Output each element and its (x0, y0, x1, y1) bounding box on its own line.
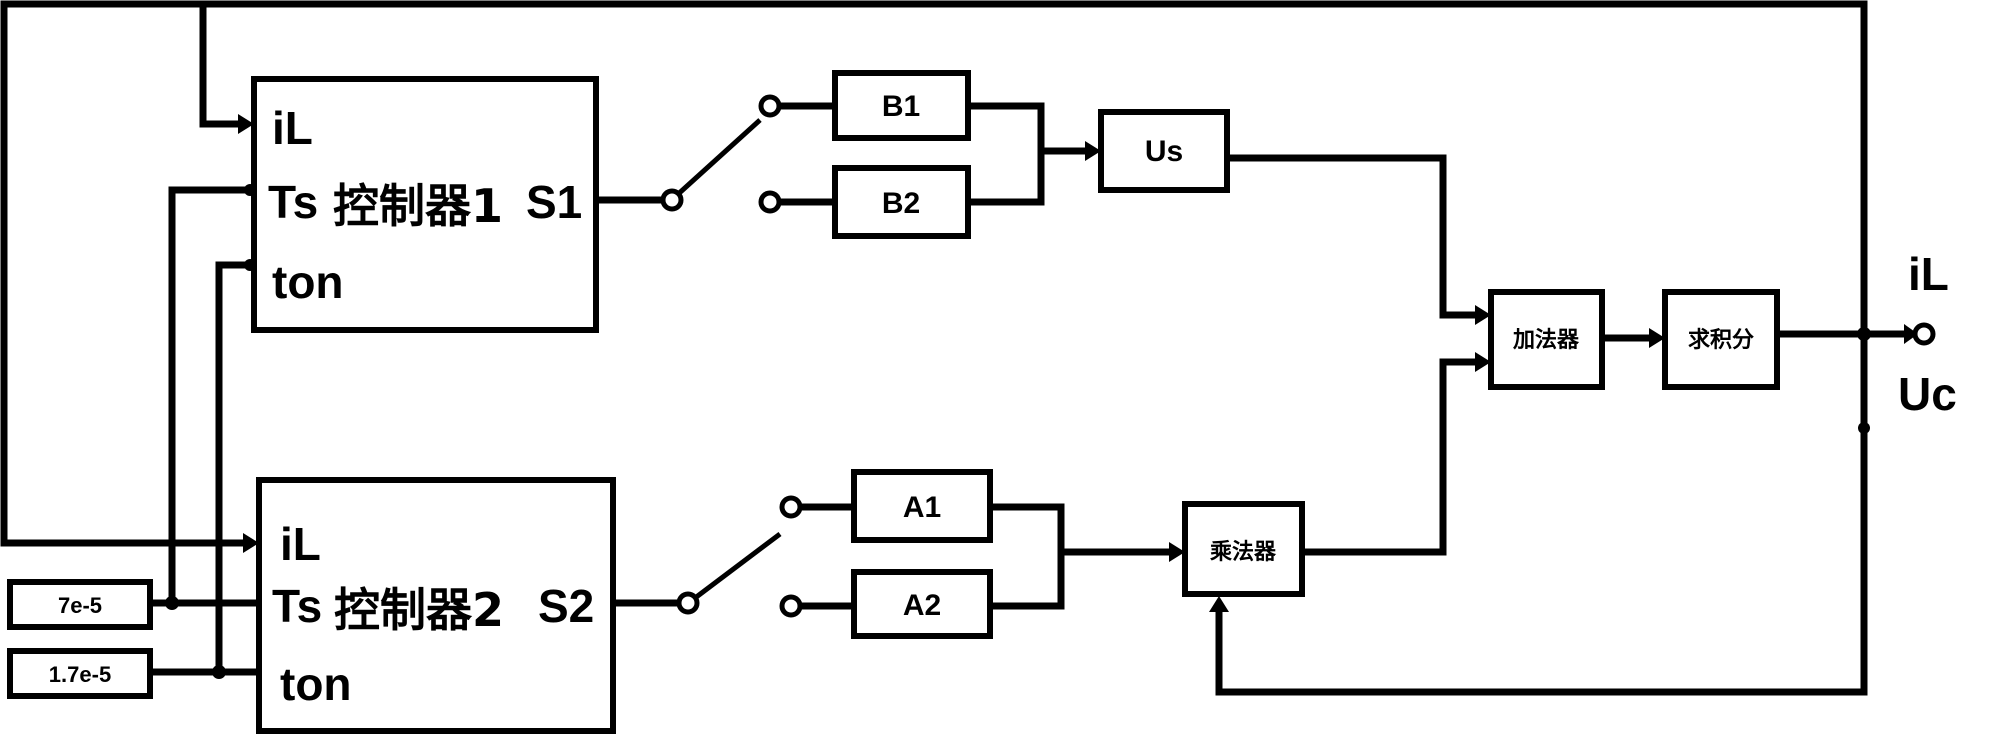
switch1-terminal-b1 (758, 94, 782, 118)
switch1-blade (674, 118, 762, 198)
junction-ton (212, 665, 226, 679)
b2-block[interactable]: B2 (832, 165, 971, 239)
controller1-block[interactable]: iL Ts 控制器1 S1 ton (251, 76, 599, 333)
output-label-uc: Uc (1898, 368, 1957, 420)
wire-b-merge (964, 102, 1045, 206)
a2-block[interactable]: A2 (851, 569, 993, 639)
controller1-input-ts: Ts (268, 176, 318, 228)
output-label-il: iL (1908, 248, 1949, 300)
controller1-input-il: iL (272, 102, 313, 154)
ts-constant-block[interactable]: 7e-5 (7, 579, 153, 630)
b1-block[interactable]: B1 (832, 70, 971, 141)
output-terminal (1912, 322, 1936, 346)
b2-label: B2 (882, 187, 920, 220)
adder-block[interactable]: 加法器 (1488, 289, 1605, 390)
controller2-block[interactable]: iL Ts 控制器2 S2 ton (256, 477, 616, 734)
integrator-block[interactable]: 求积分 (1662, 289, 1780, 390)
switch2-common-terminal (676, 591, 700, 615)
wire-mult-adder (1298, 358, 1482, 556)
us-label: Us (1145, 135, 1183, 168)
adder-label: 加法器 (1512, 328, 1580, 353)
controller2-input-ton: ton (280, 658, 352, 710)
wire-il-controller1 (199, 0, 244, 128)
switch1-terminal-b2 (758, 190, 782, 214)
controller2-input-ts: Ts (272, 580, 322, 632)
switch1-common-terminal (660, 188, 684, 212)
integrator-label: 求积分 (1688, 328, 1754, 353)
ton-constant-block[interactable]: 1.7e-5 (7, 648, 153, 699)
ton-constant-value: 1.7e-5 (49, 662, 111, 687)
a1-label: A1 (903, 491, 941, 524)
controller2-output-s2: S2 (538, 580, 594, 632)
switch2-terminal-a1 (779, 495, 803, 519)
controller1-name: 控制器1 (333, 179, 503, 233)
ts-constant-value: 7e-5 (58, 593, 102, 618)
wire-us-adder (1223, 154, 1482, 319)
controller1-input-ton: ton (272, 256, 344, 308)
controller2-input-il: iL (280, 518, 321, 570)
circuit-diagram: iL Ts 控制器1 S1 ton iL Ts 控制器2 S2 ton 7e-5… (0, 0, 1957, 734)
arrowhead-mult-feedback (1209, 596, 1229, 612)
switch2-blade (693, 532, 782, 600)
wire-ton-branch (215, 261, 258, 676)
wire-a-merge (986, 503, 1065, 610)
us-block[interactable]: Us (1098, 109, 1230, 193)
multiplier-label: 乘法器 (1209, 540, 1277, 565)
multiplier-block[interactable]: 乘法器 (1182, 501, 1305, 597)
b1-label: B1 (882, 90, 920, 123)
switch2-terminal-a2 (779, 594, 803, 618)
a2-label: A2 (903, 589, 941, 622)
junction-ts (165, 596, 179, 610)
controller2-name: 控制器2 (334, 583, 504, 637)
junction-feedback (1858, 422, 1870, 434)
controller1-output-s1: S1 (526, 176, 582, 228)
a1-block[interactable]: A1 (851, 469, 993, 543)
